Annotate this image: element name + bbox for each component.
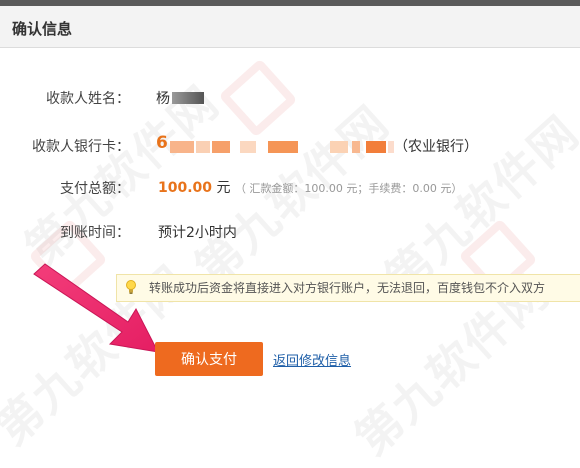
amount-label: 支付总额： (60, 181, 130, 197)
amount-detail: （ 汇款金额：100.00 元；手续费：0.00 元） (234, 182, 463, 195)
card-redaction (240, 141, 256, 153)
arrival-time-label: 到账时间： (60, 225, 130, 241)
payee-card-label: 收款人银行卡： (32, 139, 130, 155)
pointer-arrow-icon (33, 263, 159, 353)
confirm-pay-button[interactable]: 确认支付 (155, 342, 263, 376)
card-redaction (212, 141, 230, 153)
payee-name-text: 杨 (156, 91, 170, 107)
payee-name-value: 杨 (156, 88, 170, 108)
card-redaction (268, 141, 298, 153)
back-edit-link[interactable]: 返回修改信息 (273, 350, 351, 369)
top-strip (0, 0, 580, 6)
card-redaction (170, 141, 194, 153)
notice-bar: 转账成功后资金将直接进入对方银行账户，无法退回，百度钱包不介入双方 (116, 274, 580, 302)
payee-name-label: 收款人姓名： (46, 91, 130, 107)
amount-unit: 元 (216, 180, 231, 196)
card-redaction (330, 141, 348, 153)
watermark-logo-icon (218, 58, 298, 138)
lightbulb-icon (126, 280, 136, 294)
name-redaction (172, 92, 204, 104)
amount-value: 100.00 (158, 180, 213, 196)
payee-card-prefix: 6 (156, 133, 168, 153)
notice-text: 转账成功后资金将直接进入对方银行账户，无法退回，百度钱包不介入双方 (149, 281, 546, 295)
card-redaction (196, 141, 210, 153)
header-bar: 确认信息 (0, 0, 580, 48)
arrival-time-value: 预计2小时内 (158, 225, 237, 241)
page-title: 确认信息 (12, 20, 73, 38)
amount-value-group: 100.00 元 （ 汇款金额：100.00 元；手续费：0.00 元） (158, 177, 462, 197)
card-redaction (366, 141, 386, 153)
card-redaction (352, 141, 360, 153)
payee-card-bank: （农业银行） (394, 139, 478, 155)
